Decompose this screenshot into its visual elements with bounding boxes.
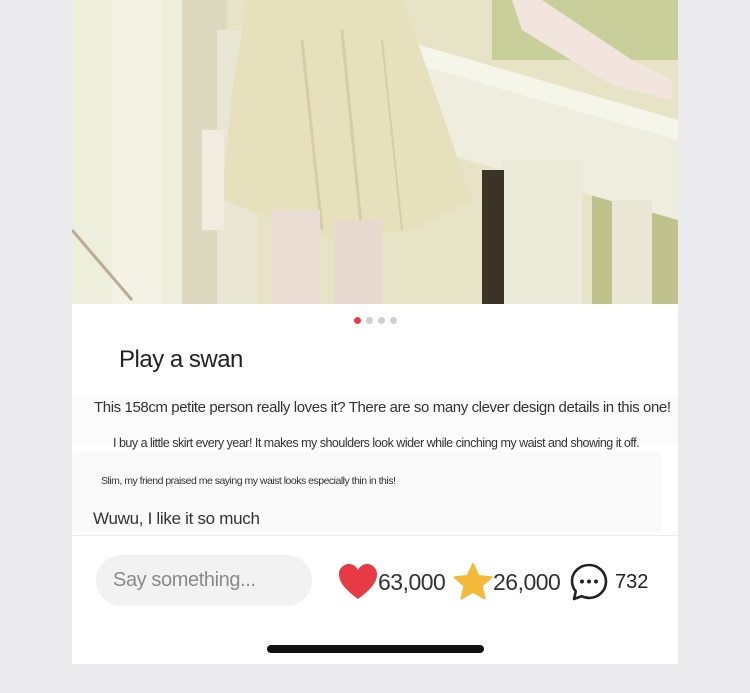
carousel-indicator[interactable] (72, 317, 678, 325)
favorite-button[interactable]: 26,000 (453, 560, 561, 604)
post-paragraph: Slim, my friend praised me saying my wai… (101, 475, 396, 487)
photo-illustration (72, 0, 678, 304)
post-paragraph: This 158cm petite person really loves it… (94, 399, 671, 416)
speech-bubble-icon (570, 563, 608, 601)
carousel-dot-3[interactable] (377, 317, 385, 324)
carousel-dot-1[interactable] (353, 317, 361, 324)
post-title: Play a swan (119, 346, 243, 373)
like-count: 63,000 (378, 568, 446, 595)
heart-icon (339, 564, 377, 599)
like-button[interactable]: 63,000 (338, 560, 446, 604)
carousel-dot-2[interactable] (365, 317, 373, 324)
comment-placeholder: Say something... (113, 569, 256, 591)
star-icon (453, 563, 493, 600)
divider (72, 535, 678, 536)
post-photo[interactable] (72, 0, 678, 304)
carousel-dot-4[interactable] (389, 317, 397, 324)
comment-count: 732 (615, 570, 649, 593)
post-paragraph: I buy a little skirt every year! It make… (113, 436, 640, 450)
favorite-count: 26,000 (493, 568, 561, 595)
comments-button[interactable]: 732 (569, 560, 648, 604)
comment-input[interactable]: Say something... (96, 555, 312, 606)
home-indicator[interactable] (267, 645, 484, 653)
post-paragraph: Wuwu, I like it so much (93, 509, 260, 528)
